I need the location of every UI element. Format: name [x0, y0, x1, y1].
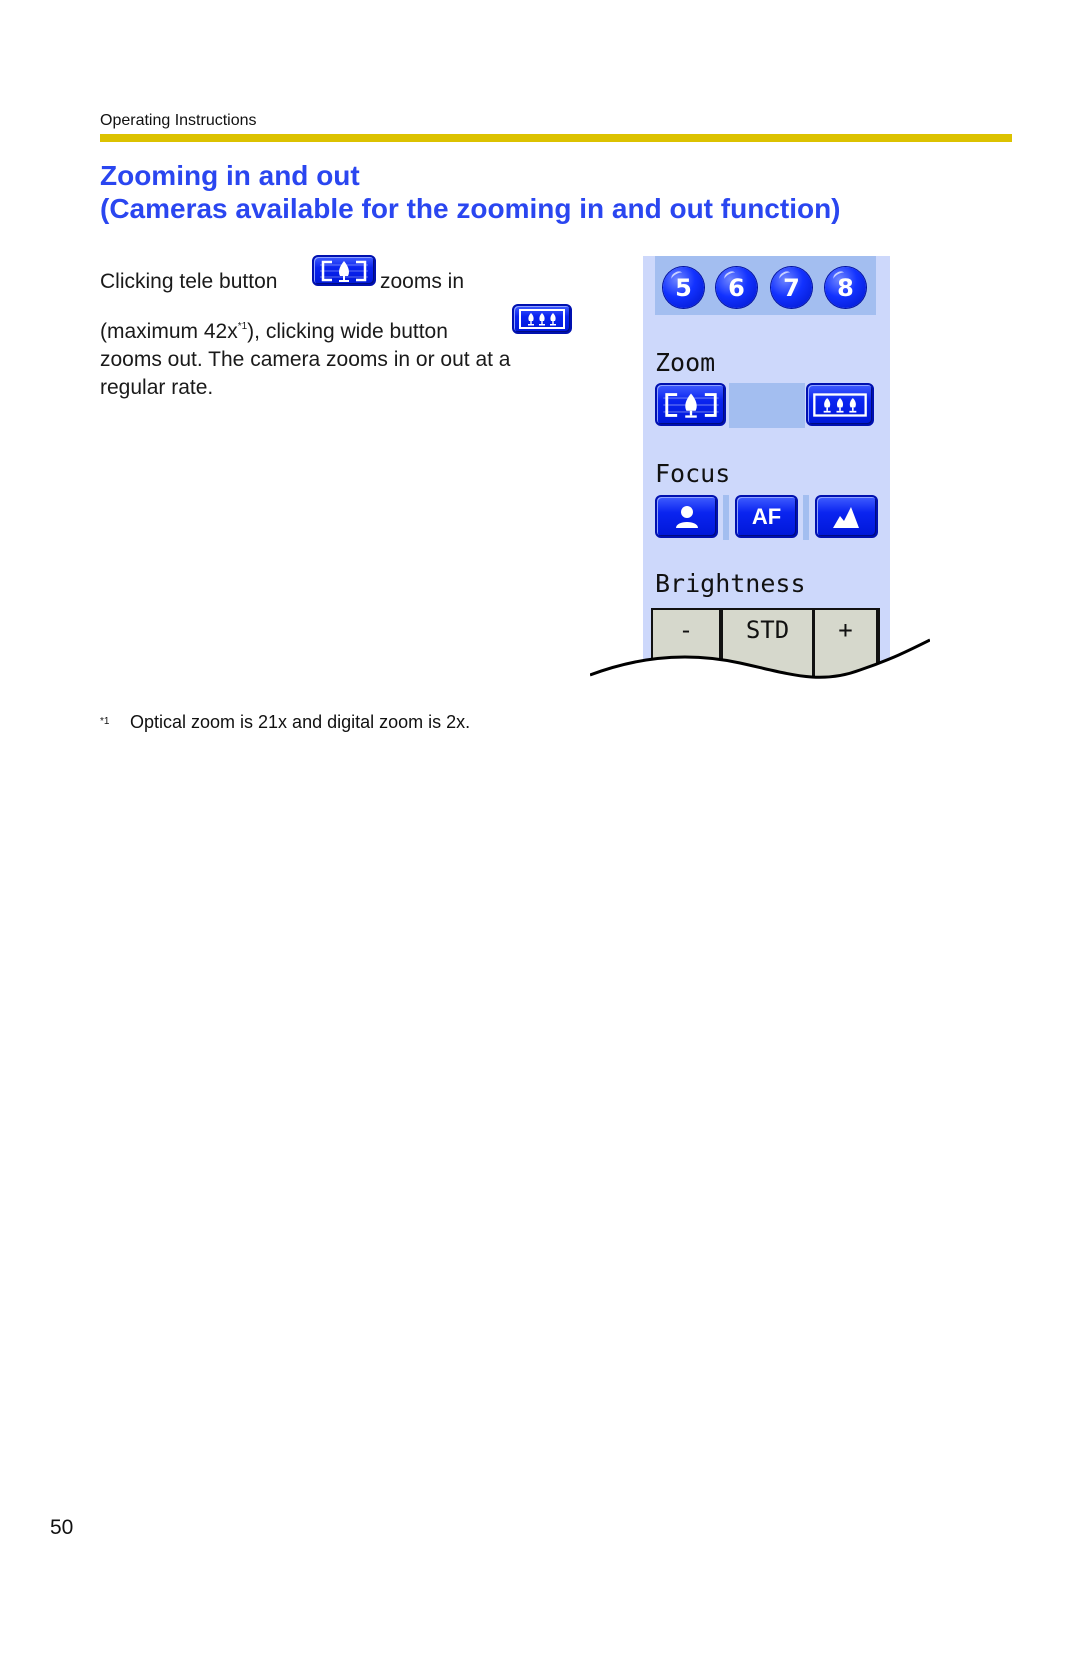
near-focus-icon: [675, 505, 698, 528]
inline-wide-button: [512, 304, 572, 334]
focus-separator: [803, 495, 809, 540]
section-subtitle: (Cameras available for the zooming in an…: [100, 193, 841, 224]
focus-label: Focus: [655, 459, 731, 488]
camera-control-panel: 5 6 7 8 Zoom Focus AF Brightness - STD +: [643, 256, 890, 676]
zoom-label: Zoom: [655, 348, 716, 377]
preset-button-5[interactable]: 5: [663, 267, 704, 308]
zoom-wide-button[interactable]: [806, 383, 874, 426]
preset-button-7[interactable]: 7: [771, 267, 812, 308]
focus-far-button[interactable]: [815, 495, 878, 538]
body-line-2-end: ), clicking wide button: [247, 320, 448, 343]
far-focus-icon: [832, 506, 859, 528]
cutaway-edge: [590, 638, 930, 690]
section-title: Zooming in and out: [100, 160, 360, 191]
focus-near-button[interactable]: [655, 495, 718, 538]
page-number: 50: [50, 1516, 74, 1539]
zoom-tele-icon: [320, 260, 368, 282]
zoom-tele-button[interactable]: [655, 383, 726, 426]
body-line-4: regular rate.: [100, 376, 214, 399]
header-rule: [100, 134, 1012, 142]
preset-button-8[interactable]: 8: [825, 267, 866, 308]
auto-focus-label: AF: [751, 503, 782, 529]
brightness-label: Brightness: [655, 569, 806, 598]
zoom-wide-icon: [813, 392, 867, 417]
preset-bar: 5 6 7 8: [655, 256, 876, 315]
footnote-mark: *1: [100, 716, 110, 727]
zoom-track: [729, 383, 805, 428]
body-line-1-end: zooms in: [380, 270, 465, 293]
footnote-reference: *1: [237, 321, 248, 332]
zoom-tele-icon: [662, 392, 719, 418]
zoom-wide-icon: [519, 309, 565, 329]
body-line-1-start: Clicking tele button: [100, 270, 278, 293]
body-line-2-start: (maximum 42x: [100, 320, 238, 343]
preset-button-6[interactable]: 6: [716, 267, 757, 308]
inline-tele-button: [312, 255, 376, 286]
focus-auto-button[interactable]: AF: [735, 495, 798, 538]
body-line-3: zooms out. The camera zooms in or out at…: [100, 348, 511, 371]
running-head: Operating Instructions: [100, 112, 257, 129]
body-line-2: (maximum 42x*1), clicking wide button: [100, 320, 448, 344]
footnote-text: Optical zoom is 21x and digital zoom is …: [130, 712, 471, 732]
focus-separator: [723, 495, 729, 540]
